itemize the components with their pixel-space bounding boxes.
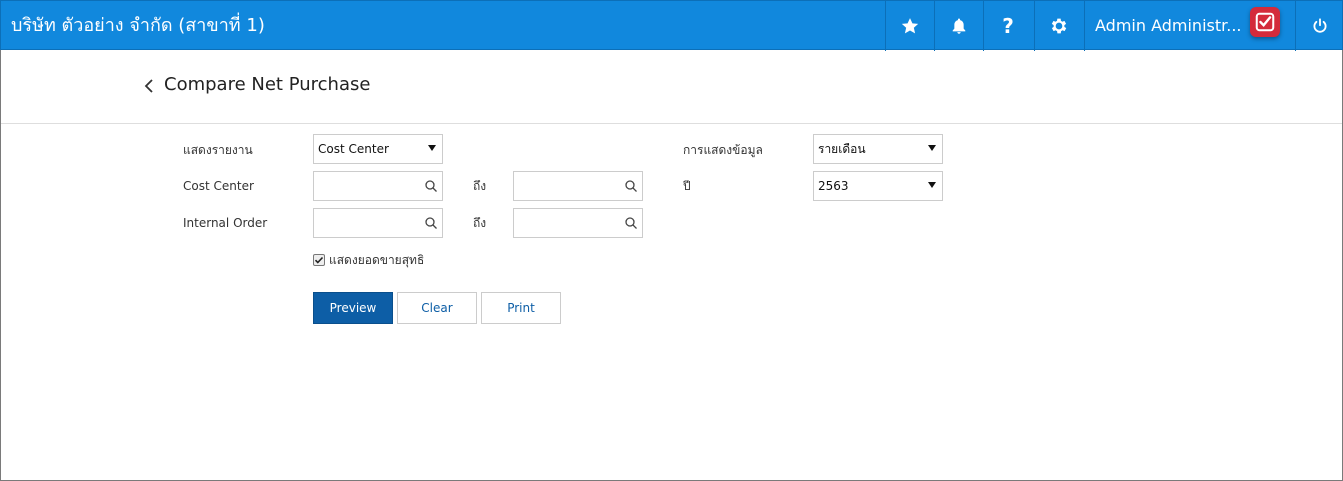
user-menu[interactable]: Admin Administr...: [1084, 1, 1295, 51]
logout-button[interactable]: [1295, 1, 1343, 51]
report-type-value: Cost Center: [318, 142, 389, 156]
star-icon: [901, 18, 919, 34]
page-title: Compare Net Purchase: [164, 74, 371, 95]
net-sales-option[interactable]: แสดงยอดขายสุทธิ: [313, 251, 424, 269]
dropdown-arrow-icon: [928, 145, 936, 151]
search-icon[interactable]: [424, 179, 438, 193]
preview-button[interactable]: Preview: [313, 292, 393, 324]
report-type-label: แสดงรายงาน: [183, 143, 253, 157]
display-type-label: การแสดงข้อมูล: [683, 143, 763, 157]
top-bar: บริษัท ตัวอย่าง จำกัด (สาขาที่ 1) ? Admi…: [0, 0, 1343, 51]
report-type-select[interactable]: Cost Center: [313, 134, 443, 164]
bell-icon: [952, 18, 966, 34]
dropdown-arrow-icon: [928, 182, 936, 188]
year-select[interactable]: 2563: [813, 171, 943, 201]
net-sales-checkbox[interactable]: [313, 254, 325, 266]
avatar-logo: [1250, 7, 1280, 37]
display-type-select[interactable]: รายเดือน: [813, 134, 943, 164]
power-icon: [1313, 18, 1327, 33]
search-icon[interactable]: [624, 179, 638, 193]
checkmark-icon: [314, 256, 324, 264]
user-name: Admin Administr...: [1095, 16, 1242, 35]
year-value: 2563: [818, 179, 849, 193]
internal-order-from-input[interactable]: [313, 208, 443, 238]
dropdown-arrow-icon: [428, 145, 436, 151]
chevron-left-icon[interactable]: [142, 77, 156, 95]
search-icon[interactable]: [624, 216, 638, 230]
help-icon: ?: [1002, 14, 1014, 38]
cost-center-from-input[interactable]: [313, 171, 443, 201]
settings-button[interactable]: [1034, 1, 1083, 51]
notifications-button[interactable]: [934, 1, 983, 51]
help-button[interactable]: ?: [983, 1, 1032, 51]
cost-center-to-label: ถึง: [473, 179, 487, 193]
search-icon[interactable]: [424, 216, 438, 230]
company-name: บริษัท ตัวอย่าง จำกัด (สาขาที่ 1): [11, 15, 265, 36]
year-label: ปี: [683, 179, 691, 193]
display-type-value: รายเดือน: [818, 142, 866, 156]
cost-center-label: Cost Center: [183, 179, 254, 193]
clear-button[interactable]: Clear: [397, 292, 477, 324]
internal-order-label: Internal Order: [183, 216, 268, 230]
page-header: Compare Net Purchase: [1, 50, 1342, 124]
internal-order-to-label: ถึง: [473, 216, 487, 230]
cost-center-to-input[interactable]: [513, 171, 643, 201]
internal-order-to-input[interactable]: [513, 208, 643, 238]
favorites-button[interactable]: [885, 1, 934, 51]
print-button[interactable]: Print: [481, 292, 561, 324]
gear-icon: [1051, 18, 1067, 34]
net-sales-label: แสดงยอดขายสุทธิ: [329, 252, 425, 267]
